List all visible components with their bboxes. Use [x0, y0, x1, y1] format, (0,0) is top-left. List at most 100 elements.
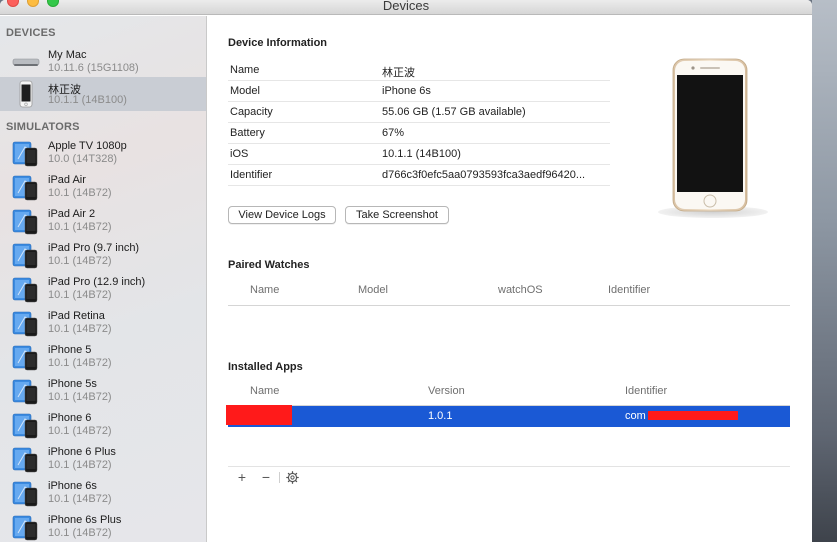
info-row-battery: Battery 67%	[228, 123, 610, 144]
simulator-icon	[12, 379, 38, 405]
app-identifier: com	[625, 410, 646, 422]
watches-header-divider	[228, 305, 790, 306]
simulator-icon	[12, 311, 38, 337]
simulator-name: iPad Pro (9.7 inch)	[48, 242, 140, 254]
simulator-name: iPad Retina	[48, 310, 105, 322]
simulator-version: 10.1 (14B72)	[48, 221, 112, 233]
add-app-button[interactable]: +	[234, 469, 250, 485]
simulator-version: 10.1 (14B72)	[48, 357, 112, 369]
simulator-version: 10.0 (14T328)	[48, 153, 118, 165]
simulator-name: iPad Air	[48, 174, 86, 186]
sidebar-item-simulator[interactable]: iPhone 6s Plus 10.1 (14B72)	[0, 510, 206, 542]
toolbar-divider	[279, 472, 280, 483]
remove-app-button[interactable]: −	[258, 469, 274, 485]
simulator-version: 10.1 (14B72)	[48, 323, 112, 335]
apps-col-identifier[interactable]: Identifier	[625, 385, 667, 397]
sidebar: DEVICES My Mac 10.11.6 (15G1108) 林正波 10.…	[0, 16, 207, 542]
sidebar-item-simulator[interactable]: iPad Pro (9.7 inch) 10.1 (14B72)	[0, 238, 206, 272]
devices-section-header: DEVICES	[6, 27, 56, 39]
redaction-mark	[226, 405, 292, 425]
watches-col-identifier[interactable]: Identifier	[608, 284, 650, 296]
info-row-capacity: Capacity 55.06 GB (1.57 GB available)	[228, 102, 610, 123]
simulator-name: iPhone 6s Plus	[48, 514, 122, 526]
simulator-icon	[12, 243, 38, 269]
title-bar: Devices	[0, 0, 812, 15]
info-row-ios: iOS 10.1.1 (14B100)	[228, 144, 610, 165]
sidebar-item-simulator[interactable]: iPhone 6 10.1 (14B72)	[0, 408, 206, 442]
redaction-mark	[648, 411, 738, 420]
simulator-icon	[12, 277, 38, 303]
info-row-identifier: Identifier d766c3f0efc5aa0793593fca3aedf…	[228, 165, 610, 186]
desktop-background	[812, 0, 837, 542]
view-device-logs-button[interactable]: View Device Logs	[228, 206, 336, 224]
simulator-version: 10.1 (14B72)	[48, 289, 112, 301]
simulator-icon	[12, 141, 38, 167]
watches-col-name[interactable]: Name	[250, 284, 279, 296]
paired-watches-title: Paired Watches	[228, 259, 310, 271]
simulator-icon	[12, 515, 38, 541]
installed-apps-title: Installed Apps	[228, 361, 303, 373]
simulator-name: iPad Air 2	[48, 208, 96, 220]
sidebar-item-my-mac[interactable]: My Mac 10.11.6 (15G1108)	[0, 45, 206, 79]
info-row-model: Model iPhone 6s	[228, 81, 610, 102]
device-information-title: Device Information	[228, 37, 328, 49]
watches-col-model[interactable]: Model	[358, 284, 388, 296]
simulator-icon	[12, 447, 38, 473]
simulator-version: 10.1 (14B72)	[48, 187, 112, 199]
info-value[interactable]: d766c3f0efc5aa0793593fca3aedf96420...	[382, 169, 610, 181]
sidebar-item-simulator[interactable]: iPhone 5s 10.1 (14B72)	[0, 374, 206, 408]
sidebar-item-simulator[interactable]: iPad Retina 10.1 (14B72)	[0, 306, 206, 340]
sidebar-item-simulator[interactable]: Apple TV 1080p 10.0 (14T328)	[0, 136, 206, 170]
simulator-icon	[12, 413, 38, 439]
simulator-name: iPhone 6s	[48, 480, 97, 492]
info-value: iPhone 6s	[382, 85, 431, 97]
simulator-icon	[12, 209, 38, 235]
simulator-icon	[12, 345, 38, 371]
sidebar-item-simulator[interactable]: iPad Pro (12.9 inch) 10.1 (14B72)	[0, 272, 206, 306]
simulator-name: iPhone 5s	[48, 378, 97, 390]
sidebar-item-simulator[interactable]: iPhone 6s 10.1 (14B72)	[0, 476, 206, 510]
simulators-section-header: SIMULATORS	[6, 121, 80, 133]
sidebar-item-simulator[interactable]: iPhone 5 10.1 (14B72)	[0, 340, 206, 374]
device-name: My Mac	[48, 49, 87, 61]
info-value: 67%	[382, 127, 405, 139]
simulator-version: 10.1 (14B72)	[48, 391, 112, 403]
watches-col-watchos[interactable]: watchOS	[498, 284, 543, 296]
mac-mini-icon	[12, 58, 40, 66]
info-value: 林正波	[382, 67, 415, 79]
simulator-name: Apple TV 1080p	[48, 140, 127, 152]
window-title: Devices	[382, 0, 430, 13]
sidebar-item-simulator[interactable]: iPad Air 10.1 (14B72)	[0, 170, 206, 204]
info-key: Identifier	[230, 169, 273, 181]
devices-window: Devices DEVICES My Mac 10.11.6 (15G1108)…	[0, 0, 812, 542]
take-screenshot-button[interactable]: Take Screenshot	[345, 206, 449, 224]
info-key: Capacity	[230, 106, 273, 118]
device-version: 10.1.1 (14B100)	[48, 94, 127, 106]
info-value: 55.06 GB (1.57 GB available)	[382, 106, 526, 118]
simulator-name: iPhone 5	[48, 344, 92, 356]
iphone-image	[672, 58, 748, 212]
info-value: 10.1.1 (14B100)	[382, 148, 461, 160]
apps-toolbar: + −	[228, 466, 790, 486]
info-key: Battery	[230, 127, 265, 139]
simulator-version: 10.1 (14B72)	[48, 425, 112, 437]
sidebar-item-simulator[interactable]: iPad Air 2 10.1 (14B72)	[0, 204, 206, 238]
simulator-version: 10.1 (14B72)	[48, 527, 112, 539]
info-key: Model	[230, 85, 260, 97]
apps-col-version[interactable]: Version	[428, 385, 465, 397]
apps-col-name[interactable]: Name	[250, 385, 279, 397]
simulator-version: 10.1 (14B72)	[48, 493, 112, 505]
simulator-name: iPad Pro (12.9 inch)	[48, 276, 146, 288]
gear-icon[interactable]	[286, 471, 299, 484]
device-detail-pane: Device Information Name 林正波 Model iPhone…	[208, 16, 812, 542]
info-row-name: Name 林正波	[228, 60, 610, 81]
sidebar-item-simulator[interactable]: iPhone 6 Plus 10.1 (14B72)	[0, 442, 206, 476]
sidebar-item-iphone-device[interactable]: 林正波 10.1.1 (14B100)	[0, 77, 206, 111]
device-version: 10.11.6 (15G1108)	[48, 62, 139, 74]
simulator-version: 10.1 (14B72)	[48, 255, 112, 267]
simulator-name: iPhone 6	[48, 412, 92, 424]
simulator-icon	[12, 481, 38, 507]
simulator-name: iPhone 6 Plus	[48, 446, 116, 458]
simulator-icon	[12, 175, 38, 201]
iphone-device-icon	[19, 80, 33, 108]
